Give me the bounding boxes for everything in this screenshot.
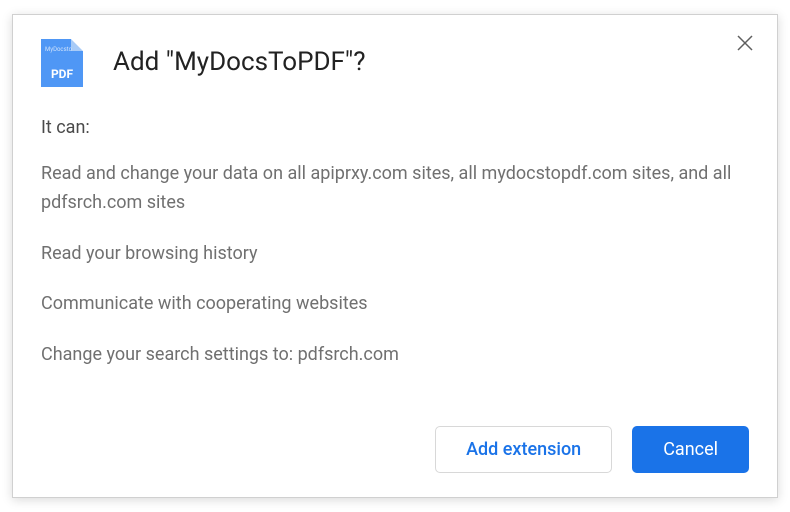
close-button[interactable] xyxy=(735,33,755,53)
permissions-intro: It can: xyxy=(41,117,749,138)
permission-item: Change your search settings to: pdfsrch.… xyxy=(41,341,749,370)
extension-icon: MyDocsto PDF xyxy=(41,39,83,87)
close-icon xyxy=(737,35,753,51)
cancel-button[interactable]: Cancel xyxy=(632,426,749,473)
dialog-header: MyDocsto PDF Add "MyDocsToPDF"? xyxy=(13,15,777,87)
add-extension-button[interactable]: Add extension xyxy=(435,426,612,473)
permission-item: Read your browsing history xyxy=(41,240,749,269)
dialog-content: It can: Read and change your data on all… xyxy=(13,87,777,370)
dialog-title: Add "MyDocsToPDF"? xyxy=(113,47,366,77)
extension-install-dialog: MyDocsto PDF Add "MyDocsToPDF"? It can: … xyxy=(12,14,778,498)
dialog-footer: Add extension Cancel xyxy=(435,426,749,473)
permission-item: Communicate with cooperating websites xyxy=(41,290,749,319)
permission-item: Read and change your data on all apiprxy… xyxy=(41,160,749,218)
